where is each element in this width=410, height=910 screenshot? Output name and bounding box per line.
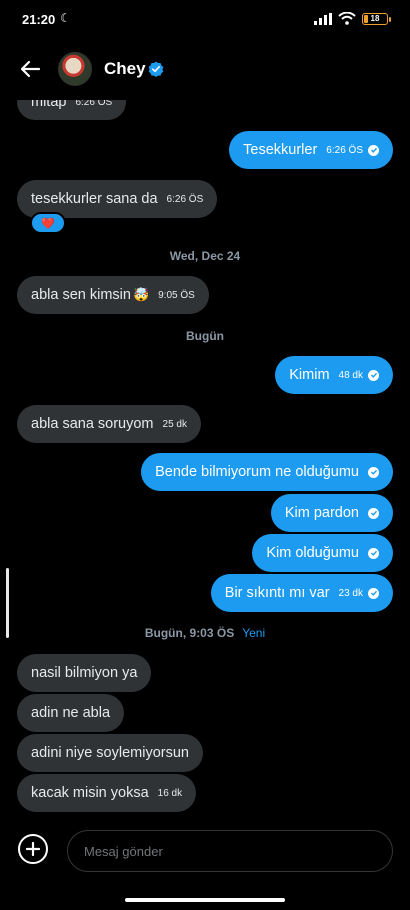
seen-check-icon [368,547,379,559]
message-time: 25 dk [162,418,187,430]
date-separator: Bugün, 9:03 ÖS Yeni [0,626,410,640]
add-media-button[interactable] [18,834,48,864]
back-button[interactable] [16,55,44,83]
message-incoming[interactable]: nasil bilmiyon ya [17,654,152,692]
message-text: abla sana soruyom [31,416,154,432]
message-incoming[interactable]: abla sana soruyom 25 dk [17,405,201,443]
message-text: Kim pardon [284,505,359,521]
plus-icon [26,842,40,856]
contact-name[interactable]: Chey [104,59,146,79]
arrow-left-icon [20,60,41,78]
seen-check-icon [368,466,379,478]
message-text: Bende bilmiyorum ne olduğumu [155,464,359,480]
message-incoming[interactable]: adin ne abla [17,694,125,732]
message-text: kacak misin yoksa [31,785,149,801]
seen-check-icon [368,144,379,156]
message-input[interactable]: Mesaj gönder [67,830,393,872]
new-messages-label: Yeni [242,626,266,640]
message-outgoing[interactable]: Kim olduğumu [252,534,393,572]
message-text: nasil bilmiyon ya [31,665,138,681]
message-time: 48 dk [338,369,363,381]
chat-header: Chey [0,40,410,100]
avatar[interactable] [58,52,92,86]
message-time: 9:05 ÖS [158,289,195,301]
conversation[interactable]: mitap 6:26 ÖS Tesekkurler 6:26 ÖS tesekk… [0,0,410,910]
seen-check-icon [368,369,379,381]
seen-check-icon [368,587,379,599]
message-text: adin ne abla [31,705,111,721]
message-text: Bir sıkıntı mı var [224,585,330,601]
message-incoming[interactable]: abla sen kimsin 🤯 9:05 ÖS [17,276,209,314]
date-separator: Wed, Dec 24 [169,249,241,263]
date-label: Bugün, 9:03 ÖS [144,626,235,640]
message-outgoing[interactable]: Tesekkurler 6:26 ÖS [229,131,393,169]
reaction-badge[interactable]: ❤️ [30,212,66,234]
message-time: 16 dk [157,787,183,799]
message-outgoing[interactable]: Bir sıkıntı mı var 23 dk [210,574,393,612]
message-emoji: 🤯 [132,287,150,302]
message-outgoing[interactable]: Kimim 48 dk [275,356,393,394]
heart-reaction: ❤️ [41,217,55,230]
message-text: abla sen kimsin [31,287,131,303]
message-outgoing[interactable]: Kim pardon [270,494,393,532]
message-incoming[interactable]: adini niye soylemiyorsun [17,734,203,772]
message-text: Kimim [289,367,330,383]
scrollbar[interactable] [6,568,9,638]
message-text: tesekkurler sana da [31,191,158,207]
message-outgoing[interactable]: Bende bilmiyorum ne olduğumu [141,453,393,491]
seen-check-icon [368,507,379,519]
message-time: 23 dk [338,587,363,599]
message-text: adini niye soylemiyorsun [31,745,189,761]
message-time: 6:26 ÖS [326,144,363,156]
home-indicator [125,898,285,902]
message-text: Kim olduğumu [266,545,359,561]
message-incoming[interactable]: kacak misin yoksa 16 dk [17,774,197,812]
verified-badge-icon [148,61,164,77]
date-separator: Bugün [186,329,224,343]
message-time: 6:26 ÖS [166,193,204,205]
message-text: Tesekkurler [243,142,318,158]
message-input-placeholder: Mesaj gönder [84,843,163,859]
